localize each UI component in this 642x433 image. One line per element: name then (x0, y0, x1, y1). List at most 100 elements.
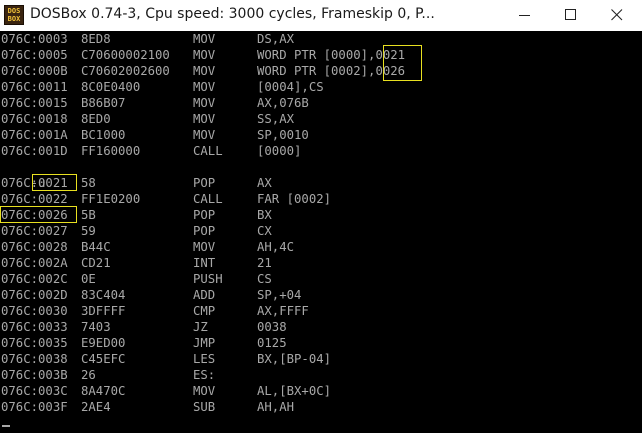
operands-text: WORD PTR [0000],0021 (257, 48, 406, 62)
title-bar[interactable]: DOS BOX DOSBox 0.74-3, Cpu speed: 3000 c… (0, 0, 642, 31)
address-text: 076C:0033 (1, 320, 68, 334)
address-text: 076C:0005 (1, 48, 68, 62)
operands-text: BX (257, 208, 272, 222)
operands-text: [0000] (257, 144, 302, 158)
address-text: 076C:003C (1, 384, 68, 398)
address-text: 076C:0015 (1, 96, 68, 110)
address-text: 076C:000B (1, 64, 68, 78)
mnemonic-text: LES (193, 352, 216, 366)
hex-bytes-text: C45EFC (81, 352, 126, 366)
mnemonic-text: ES: (193, 368, 216, 382)
mnemonic-text: MOV (193, 112, 216, 126)
mnemonic-text: SUB (193, 400, 216, 414)
address-text: 076C:0035 (1, 336, 68, 350)
mnemonic-text: MOV (193, 240, 216, 254)
hex-bytes-text: B44C (81, 240, 111, 254)
address-text: 076C:0028 (1, 240, 68, 254)
hex-bytes-text: 58 (81, 176, 96, 190)
address-text: 076C:002A (1, 256, 68, 270)
mnemonic-text: INT (193, 256, 216, 270)
operands-text: BX,[BP-04] (257, 352, 332, 366)
mnemonic-text: CALL (193, 144, 223, 158)
hex-bytes-text: 8ED0 (81, 112, 111, 126)
text-cursor (2, 425, 10, 427)
mnemonic-text: MOV (193, 128, 216, 142)
hex-bytes-text: 8C0E0400 (81, 80, 141, 94)
close-button[interactable] (594, 0, 640, 31)
hex-bytes-text: 59 (81, 224, 96, 238)
address-text: 076C:001A (1, 128, 68, 142)
mnemonic-text: MOV (193, 32, 216, 46)
operands-text: 21 (257, 256, 272, 270)
app-icon-line-2: BOX (7, 15, 21, 23)
address-text: 076C:003F (1, 400, 68, 414)
hex-bytes-text: BC1000 (81, 128, 126, 142)
command-line: -u (1, 159, 46, 190)
operands-text: AH,AH (257, 400, 295, 414)
operands-text: AX,FFFF (257, 304, 309, 318)
address-text: 076C:0027 (1, 224, 68, 238)
hex-bytes-text: 0E (81, 272, 96, 286)
hex-bytes-text: 5B (81, 208, 96, 222)
mnemonic-text: MOV (193, 64, 216, 78)
operands-text: 0038 (257, 320, 287, 334)
operands-text: WORD PTR [0002],0026 (257, 64, 406, 78)
operands-text: DS,AX (257, 32, 295, 46)
operands-text: AX,076B (257, 96, 309, 110)
dos-console[interactable]: -u 076C:0003 8ED8 MOV DS,AX 076C:0005 C706000… (0, 31, 642, 433)
hex-bytes-text: B86B07 (81, 96, 126, 110)
address-text: 076C:002D (1, 288, 68, 302)
operands-text: AH,4C (257, 240, 295, 254)
mnemonic-text: POP (193, 208, 216, 222)
address-text: 076C:0030 (1, 304, 68, 318)
address-text: 076C:0021 (1, 176, 68, 190)
operands-text: AL,[BX+0C] (257, 384, 332, 398)
hex-bytes-text: 8ED8 (81, 32, 111, 46)
hex-bytes-text: 7403 (81, 320, 111, 334)
hex-bytes-text: FF160000 (81, 144, 141, 158)
close-icon (611, 9, 623, 21)
address-text: 076C:003B (1, 368, 68, 382)
operands-text: SP,0010 (257, 128, 309, 142)
mnemonic-text: PUSH (193, 272, 223, 286)
mnemonic-text: CMP (193, 304, 216, 318)
minimize-button[interactable] (502, 0, 548, 31)
address-text: 076C:0018 (1, 112, 68, 126)
maximize-icon (565, 9, 576, 20)
mnemonic-text: MOV (193, 384, 216, 398)
operands-text: [0004],CS (257, 80, 324, 94)
mnemonic-text: POP (193, 224, 216, 238)
maximize-button[interactable] (548, 0, 594, 31)
address-text: 076C:002C (1, 272, 68, 286)
dosbox-app-icon[interactable]: DOS BOX (4, 5, 24, 25)
operands-text: FAR [0002] (257, 192, 332, 206)
mnemonic-text: JMP (193, 336, 216, 350)
mnemonic-text: MOV (193, 80, 216, 94)
mnemonic-text: JZ (193, 320, 208, 334)
hex-bytes-text: FF1E0200 (81, 192, 141, 206)
mnemonic-text: CALL (193, 192, 223, 206)
operands-text: SP,+04 (257, 288, 302, 302)
mnemonic-text: MOV (193, 48, 216, 62)
hex-bytes-text: C70602002600 (81, 64, 170, 78)
hex-bytes-text: 26 (81, 368, 96, 382)
hex-bytes-text: C70600002100 (81, 48, 170, 62)
operands-text: 0125 (257, 336, 287, 350)
hex-bytes-text: 83C404 (81, 288, 126, 302)
minimize-icon (519, 15, 530, 16)
operands-text: AX (257, 176, 272, 190)
hex-bytes-text: 2AE4 (81, 400, 111, 414)
mnemonic-text: ADD (193, 288, 216, 302)
address-text: 076C:001D (1, 144, 68, 158)
operands-text: CX (257, 224, 272, 238)
app-icon-line-1: DOS (7, 7, 21, 15)
operands-text: SS,AX (257, 112, 295, 126)
hex-bytes-text: 3DFFFF (81, 304, 126, 318)
hex-bytes-text: E9ED00 (81, 336, 126, 350)
mnemonic-text: MOV (193, 96, 216, 110)
window-title: DOSBox 0.74-3, Cpu speed: 3000 cycles, F… (30, 6, 435, 22)
address-text: 076C:0003 (1, 32, 68, 46)
operands-text: CS (257, 272, 272, 286)
address-text: 076C:0026 (1, 208, 68, 222)
hex-bytes-text: CD21 (81, 256, 111, 270)
